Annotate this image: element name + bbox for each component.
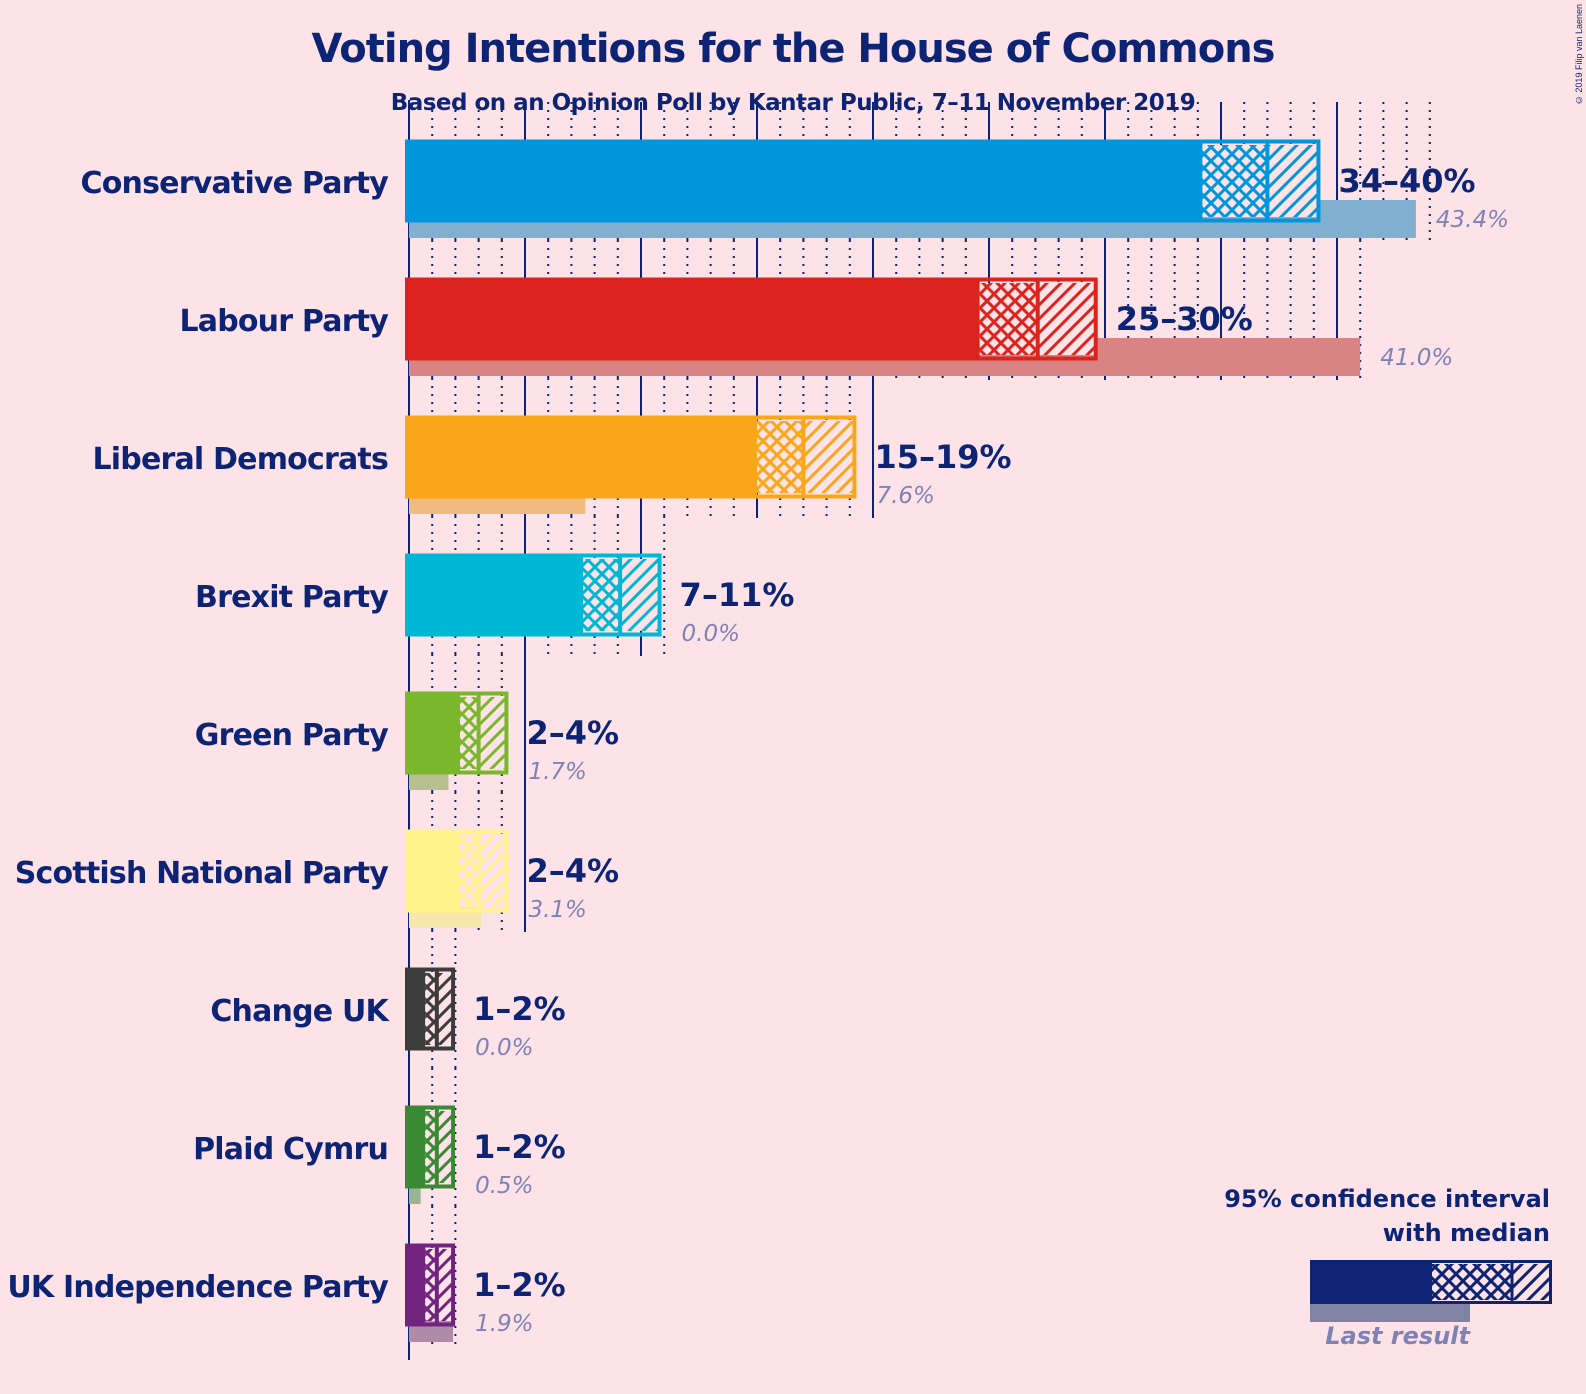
bar-ci-upper-half: [436, 1249, 454, 1321]
legend-crosshatch-swatch: [1432, 1264, 1512, 1300]
bar-ci-lower-half: [460, 835, 479, 907]
bar-solid: [407, 416, 757, 498]
legend-last-result-swatch: [1310, 1302, 1470, 1322]
bar-ci-upper-half: [1267, 145, 1319, 217]
bar-ci-upper-half: [620, 559, 660, 631]
legend-title: 95% confidence interval with median: [1224, 1182, 1550, 1250]
legend: [1310, 1260, 1552, 1322]
party-label: Plaid Cymru: [193, 1132, 388, 1167]
legend-solid-swatch: [1310, 1260, 1432, 1304]
bar-ci-lower-half: [583, 559, 621, 631]
bar-ci-lower-half: [757, 421, 804, 493]
bar-solid: [407, 1244, 426, 1326]
bar-solid: [407, 968, 426, 1050]
last-result-label: 1.9%: [475, 1311, 533, 1337]
legend-line-2: with median: [1382, 1219, 1550, 1247]
bar-ci-upper-half: [436, 973, 454, 1045]
last-result-label: 0.0%: [682, 621, 740, 647]
bar-solid: [407, 554, 583, 636]
bar-ci-upper-half: [803, 421, 855, 493]
party-label: Liberal Democrats: [92, 442, 388, 477]
last-result-label: 0.5%: [475, 1173, 533, 1199]
party-label: Change UK: [210, 994, 390, 1029]
bar-solid: [407, 140, 1203, 222]
bar-ci-upper-half: [436, 1111, 454, 1183]
legend-last-result-label: Last result: [1325, 1322, 1470, 1350]
party-label: Labour Party: [179, 304, 389, 339]
party-label: Scottish National Party: [15, 856, 389, 891]
range-label: 15–19%: [874, 438, 1011, 476]
range-label: 1–2%: [473, 1128, 566, 1166]
bar-solid: [407, 278, 980, 360]
party-label: UK Independence Party: [7, 1270, 389, 1305]
range-label: 25–30%: [1116, 300, 1253, 338]
range-label: 2–4%: [526, 852, 619, 890]
last-result-label: 7.6%: [876, 483, 934, 509]
legend-line-1: 95% confidence interval: [1224, 1185, 1550, 1213]
party-label: Green Party: [195, 718, 389, 753]
last-result-label: 1.7%: [528, 759, 586, 785]
bar-ci-lower-half: [1202, 145, 1268, 217]
range-label: 34–40%: [1338, 162, 1475, 200]
last-result-label: 0.0%: [475, 1035, 533, 1061]
bar-ci-upper-half: [478, 697, 507, 769]
bar-ci-lower-half: [460, 697, 479, 769]
last-result-label: 41.0%: [1380, 345, 1453, 371]
range-label: 2–4%: [526, 714, 619, 752]
bar-solid: [407, 830, 461, 912]
bar-ci-upper-half: [1037, 283, 1096, 355]
bar-solid: [407, 1106, 426, 1188]
party-label: Conservative Party: [81, 166, 390, 201]
last-result-label: 3.1%: [528, 897, 586, 923]
party-label: Brexit Party: [195, 580, 389, 615]
last-result-label: 43.4%: [1436, 207, 1509, 233]
range-label: 7–11%: [680, 576, 795, 614]
bar-ci-upper-half: [478, 835, 507, 907]
range-label: 1–2%: [473, 1266, 566, 1304]
bar-solid: [407, 692, 461, 774]
legend-diagonal-swatch: [1512, 1264, 1550, 1300]
range-label: 1–2%: [473, 990, 566, 1028]
bar-ci-lower-half: [979, 283, 1038, 355]
